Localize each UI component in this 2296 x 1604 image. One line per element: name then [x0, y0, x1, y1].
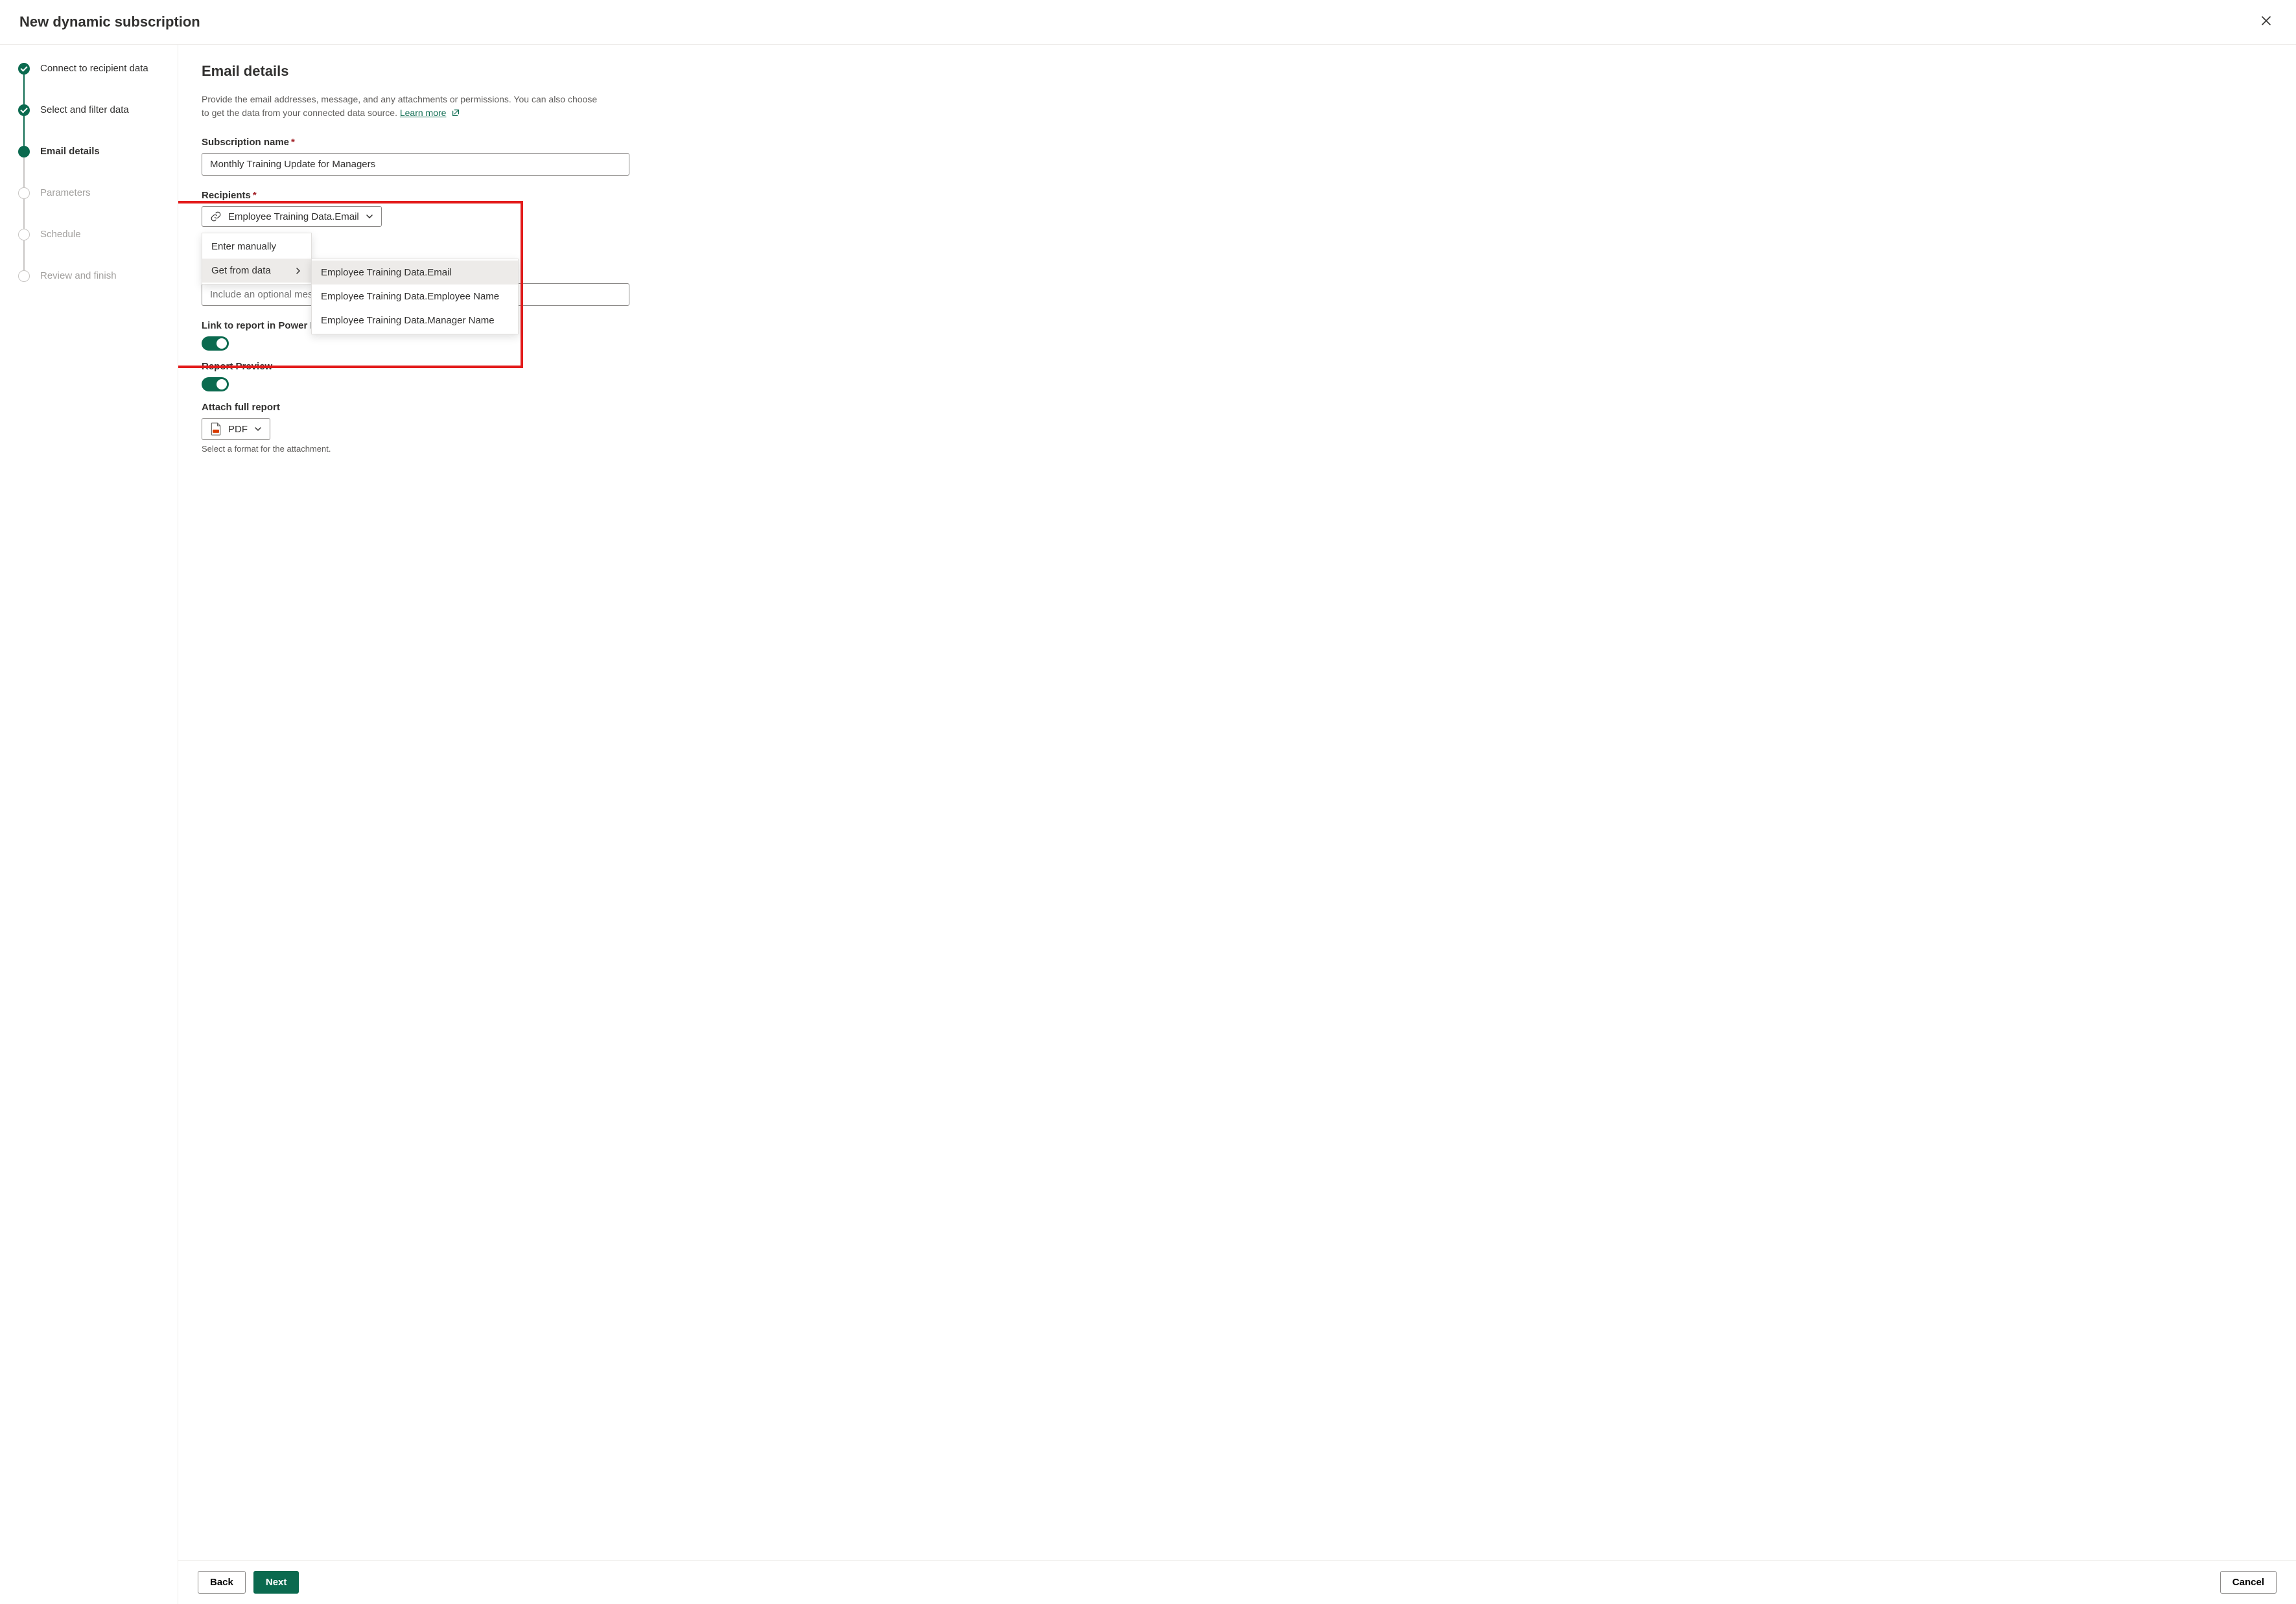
dropdown-item-get-from-data[interactable]: Get from data Employee Training Data.Ema… — [202, 259, 311, 283]
step-schedule[interactable]: Schedule — [18, 229, 165, 270]
recipients-value: Employee Training Data.Email — [228, 211, 359, 222]
recipients-label: Recipients* — [202, 190, 629, 201]
dialog-title: New dynamic subscription — [19, 14, 200, 30]
step-label: Schedule — [40, 229, 81, 240]
pdf-file-icon — [210, 423, 222, 436]
step-marker-done-icon — [18, 63, 30, 75]
next-button[interactable]: Next — [253, 1571, 299, 1594]
report-preview-label: Report Preview — [202, 361, 629, 372]
link-icon — [210, 211, 222, 222]
dropdown-item-enter-manually[interactable]: Enter manually — [202, 235, 311, 259]
step-label: Review and finish — [40, 270, 117, 282]
step-label: Select and filter data — [40, 104, 129, 116]
get-from-data-submenu: Employee Training Data.Email Employee Tr… — [311, 259, 519, 334]
step-marker-icon — [18, 270, 30, 282]
recipients-dropdown: Enter manually Get from data Employee Tr… — [202, 233, 312, 285]
step-marker-icon — [18, 229, 30, 240]
report-preview-toggle[interactable] — [202, 377, 229, 391]
step-review-finish[interactable]: Review and finish — [18, 270, 165, 288]
step-label: Connect to recipient data — [40, 63, 148, 75]
attach-format-value: PDF — [228, 424, 248, 435]
field-recipients: Recipients* Employee Training Data.Email… — [202, 190, 629, 227]
link-report-toggle[interactable] — [202, 336, 229, 351]
submenu-item-employee-name[interactable]: Employee Training Data.Employee Name — [312, 285, 518, 308]
step-marker-done-icon — [18, 104, 30, 116]
content-scroll: Email details Provide the email addresse… — [178, 45, 2296, 1560]
dialog-header: New dynamic subscription — [0, 0, 2296, 45]
section-description: Provide the email addresses, message, an… — [202, 93, 603, 120]
submenu-item-email[interactable]: Employee Training Data.Email — [312, 261, 518, 285]
step-connect-recipient-data[interactable]: Connect to recipient data — [18, 63, 165, 104]
step-label: Parameters — [40, 187, 91, 199]
attach-report-label: Attach full report — [202, 402, 629, 413]
cancel-button[interactable]: Cancel — [2220, 1571, 2277, 1594]
external-link-icon — [451, 108, 460, 117]
step-label: Email details — [40, 146, 100, 157]
chevron-down-icon — [366, 213, 373, 220]
dialog: New dynamic subscription Connect to reci… — [0, 0, 2296, 1604]
content-panel: Email details Provide the email addresse… — [178, 45, 2296, 1604]
attach-format-select[interactable]: PDF — [202, 418, 270, 440]
step-select-filter-data[interactable]: Select and filter data — [18, 104, 165, 146]
subscription-name-input[interactable] — [202, 153, 629, 176]
dialog-body: Connect to recipient data Select and fil… — [0, 45, 2296, 1604]
step-marker-active-icon — [18, 146, 30, 157]
field-subscription-name: Subscription name* — [202, 137, 629, 176]
subscription-name-label: Subscription name* — [202, 137, 629, 148]
step-parameters[interactable]: Parameters — [18, 187, 165, 229]
step-email-details[interactable]: Email details — [18, 146, 165, 187]
dialog-footer: Back Next Cancel — [178, 1560, 2296, 1604]
wizard-steps: Connect to recipient data Select and fil… — [0, 45, 178, 1604]
chevron-right-icon — [294, 267, 302, 275]
close-icon — [2261, 16, 2271, 26]
step-marker-icon — [18, 187, 30, 199]
section-heading: Email details — [202, 63, 2270, 80]
recipients-select[interactable]: Employee Training Data.Email — [202, 206, 382, 227]
field-attach-report: Attach full report PDF Select a format f… — [202, 402, 629, 454]
field-report-preview: Report Preview — [202, 361, 629, 391]
attach-help-text: Select a format for the attachment. — [202, 444, 629, 454]
chevron-down-icon — [254, 425, 262, 433]
back-button[interactable]: Back — [198, 1571, 246, 1594]
learn-more-link[interactable]: Learn more — [400, 108, 447, 118]
close-button[interactable] — [2256, 12, 2277, 32]
submenu-item-manager-name[interactable]: Employee Training Data.Manager Name — [312, 308, 518, 332]
